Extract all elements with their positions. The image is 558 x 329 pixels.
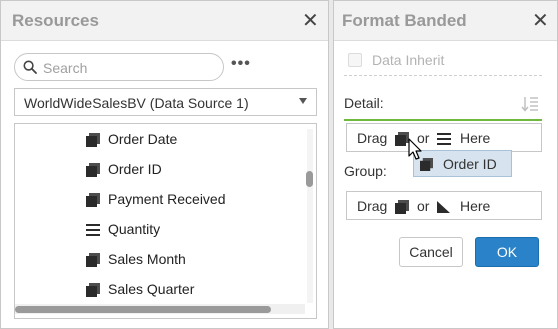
resources-header: Resources ✕ [1, 1, 328, 41]
format-close-icon[interactable]: ✕ [532, 11, 549, 31]
here-word: Here [460, 198, 491, 214]
tree-item-label: Quantity [108, 221, 161, 237]
tree-item-sales-quarter[interactable]: Sales Quarter [15, 275, 305, 305]
resources-close-icon[interactable]: ✕ [302, 11, 319, 31]
chevron-down-icon [299, 98, 307, 104]
resources-title: Resources [12, 11, 99, 30]
tree-item-label: Order ID [108, 161, 162, 177]
tree-item-sales-month[interactable]: Sales Month [15, 245, 305, 275]
or-word: or [417, 198, 430, 214]
drag-ghost-label: Order ID [443, 156, 497, 172]
resources-panel: Resources ✕ ••• WorldWideSalesBV (Data S… [0, 0, 329, 329]
field-icon [86, 253, 100, 267]
sort-icon[interactable] [521, 96, 539, 112]
data-source-label: WorldWideSalesBV (Data Source 1) [24, 95, 249, 111]
detail-label: Detail: [344, 95, 384, 111]
tree-item-label: Payment Received [108, 191, 226, 207]
date-level-icon [437, 201, 450, 213]
search-box[interactable] [14, 53, 224, 81]
tree-item-label: Sales Month [108, 251, 186, 267]
data-source-select[interactable]: WorldWideSalesBV (Data Source 1) [14, 88, 317, 116]
tree-item-label: Sales Quarter [108, 281, 195, 297]
cancel-button[interactable]: Cancel [399, 237, 463, 267]
tree-item-order-id[interactable]: Order ID [15, 155, 305, 185]
field-icon [86, 193, 100, 207]
mouse-cursor-icon [408, 138, 422, 160]
field-icon [86, 163, 100, 177]
detail-active-underline [344, 119, 542, 121]
vertical-scrollbar-track[interactable] [307, 129, 313, 303]
data-inherit-label: Data Inherit [372, 52, 445, 68]
detail-drop-zone[interactable]: Drag or Here [346, 123, 542, 152]
tree-item-quantity[interactable]: Quantity [15, 215, 305, 245]
field-icon [395, 132, 409, 146]
vertical-scrollbar-thumb[interactable] [306, 171, 313, 187]
field-icon [86, 133, 100, 147]
field-tree: Order Date Order ID Payment Received Qua… [14, 123, 317, 319]
divider [344, 75, 542, 76]
drag-ghost: Order ID [413, 150, 512, 177]
field-icon [86, 283, 100, 297]
measure-icon [437, 133, 451, 145]
horizontal-scrollbar-thumb[interactable] [15, 306, 271, 313]
tree-item-order-date[interactable]: Order Date [15, 125, 305, 155]
group-drop-zone[interactable]: Drag or Here [346, 191, 542, 220]
drag-word: Drag [357, 198, 388, 214]
tree-item-payment-received[interactable]: Payment Received [15, 185, 305, 215]
data-inherit-checkbox[interactable] [348, 53, 362, 67]
search-icon [23, 60, 37, 74]
measure-icon [86, 224, 100, 236]
format-banded-title: Format Banded [342, 11, 467, 30]
more-options-icon[interactable]: ••• [231, 55, 251, 73]
group-label: Group: [344, 163, 387, 179]
search-input[interactable] [43, 58, 213, 78]
here-word: Here [460, 130, 491, 146]
format-banded-header: Format Banded ✕ [334, 1, 557, 41]
ok-button[interactable]: OK [475, 237, 539, 267]
field-icon [395, 200, 409, 214]
drag-word: Drag [357, 130, 388, 146]
tree-item-label: Order Date [108, 131, 178, 147]
